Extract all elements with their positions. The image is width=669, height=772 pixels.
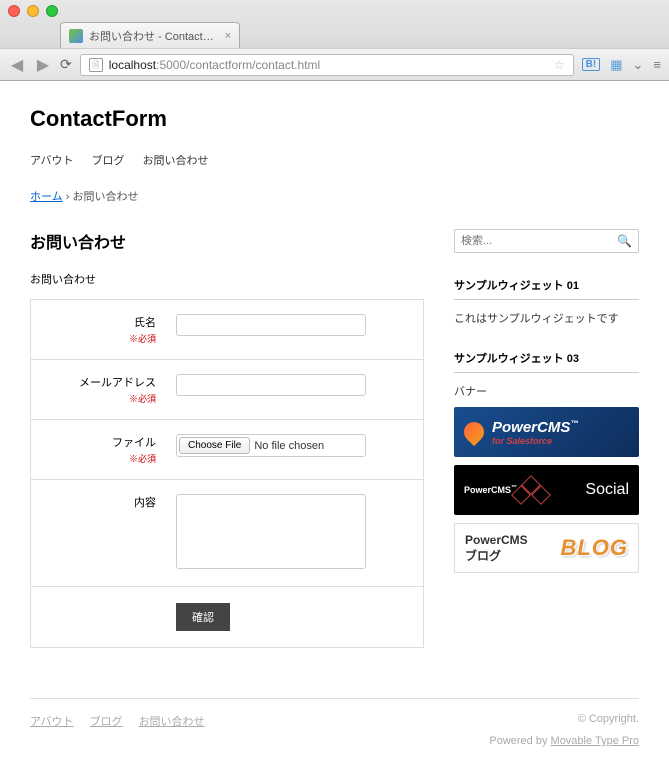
footer-nav-blog[interactable]: ブログ [90,713,123,747]
pocket-icon[interactable]: ⌄ [633,57,644,73]
sidebar: 🔍 サンプルウィジェット 01 これはサンプルウィジェットです サンプルウィジェ… [454,229,639,648]
nav-about[interactable]: アバウト [30,152,74,168]
network-icon [509,470,549,510]
page-heading: お問い合わせ [30,229,424,253]
required-badge: ※必須 [41,332,156,345]
bookmark-star-icon[interactable]: ☆ [554,58,565,72]
breadcrumb-home[interactable]: ホーム [30,191,63,203]
footer: アバウト ブログ お問い合わせ © Copyright. Powered by … [30,698,639,747]
url-host: localhost [109,58,156,72]
hatena-bookmark-icon[interactable]: B! [582,58,601,71]
browser-chrome: お問い合わせ - ContactForm × ◀ ▶ ⟳ 🗎 localhost… [0,0,669,81]
label-name: 氏名 [134,317,156,329]
search-icon[interactable]: 🔍 [617,234,632,248]
submit-button[interactable]: 確認 [176,603,230,631]
close-icon[interactable]: × [225,30,231,42]
choose-file-button[interactable]: Choose File [179,437,250,454]
favicon-icon [69,29,83,43]
banner-3-left: PowerCMS ブログ [465,533,528,564]
copyright: © Copyright. [489,713,639,725]
file-status: No file chosen [254,440,324,452]
widget-01-body: これはサンプルウィジェットです [454,310,639,326]
search-input[interactable] [461,235,617,247]
widget-03: サンプルウィジェット 03 バナー PowerCMS™ for Salesfor… [454,350,639,573]
label-email: メールアドレス [79,377,156,389]
footer-credit: Powered by Movable Type Pro [489,735,639,747]
main-column: お問い合わせ お問い合わせ 氏名 ※必須 メールアドレス ※必須 [30,229,424,648]
banner-blog[interactable]: PowerCMS ブログ BLOG [454,523,639,573]
url-path: :5000/contactform/contact.html [156,58,320,72]
breadcrumb-separator: › [66,191,70,203]
page-subtext: お問い合わせ [30,271,424,287]
banner-3-right: BLOG [560,535,628,561]
email-input[interactable] [176,374,366,396]
banner-2-right: Social [585,481,629,499]
widget-01-title: サンプルウィジェット 01 [454,277,639,300]
search-box[interactable]: 🔍 [454,229,639,253]
site-title: ContactForm [30,106,639,132]
window-minimize[interactable] [27,5,39,17]
required-badge: ※必須 [41,392,156,405]
rocket-icon [460,418,488,446]
tab-title: お問い合わせ - ContactForm [89,28,219,44]
footer-nav-contact[interactable]: お問い合わせ [139,713,205,747]
page-icon: 🗎 [89,58,103,72]
banner-social[interactable]: PowerCMS™ Social [454,465,639,515]
contact-form: 氏名 ※必須 メールアドレス ※必須 [30,299,424,648]
footer-credit-link[interactable]: Movable Type Pro [551,735,639,747]
banner-1-title: PowerCMS™ [492,419,578,436]
banner-salesforce[interactable]: PowerCMS™ for Salesforce [454,407,639,457]
nav-blog[interactable]: ブログ [92,152,125,168]
back-button[interactable]: ◀ [8,55,26,75]
top-nav: アバウト ブログ お問い合わせ [30,152,639,168]
extension-icon[interactable]: ▦ [610,57,622,73]
url-field[interactable]: 🗎 localhost:5000/contactform/contact.htm… [80,54,574,76]
content-textarea[interactable] [176,494,366,569]
browser-tab[interactable]: お問い合わせ - ContactForm × [60,22,240,48]
reload-button[interactable]: ⟳ [60,56,72,73]
widget-03-title: サンプルウィジェット 03 [454,350,639,373]
widget-01: サンプルウィジェット 01 これはサンプルウィジェットです [454,277,639,326]
window-zoom[interactable] [46,5,58,17]
forward-button[interactable]: ▶ [34,55,52,75]
label-content: 内容 [134,497,156,509]
name-input[interactable] [176,314,366,336]
required-badge: ※必須 [41,452,156,465]
label-file: ファイル [112,437,156,449]
nav-contact[interactable]: お問い合わせ [143,152,209,168]
breadcrumb: ホーム › お問い合わせ [30,188,639,204]
widget-03-body: バナー [454,383,639,399]
window-close[interactable] [8,5,20,17]
banner-1-sub: for Salesforce [492,436,578,446]
breadcrumb-current: お問い合わせ [72,191,138,203]
menu-icon[interactable]: ≡ [653,57,661,72]
page-content: ContactForm アバウト ブログ お問い合わせ ホーム › お問い合わせ… [0,81,669,772]
footer-nav-about[interactable]: アバウト [30,713,74,747]
